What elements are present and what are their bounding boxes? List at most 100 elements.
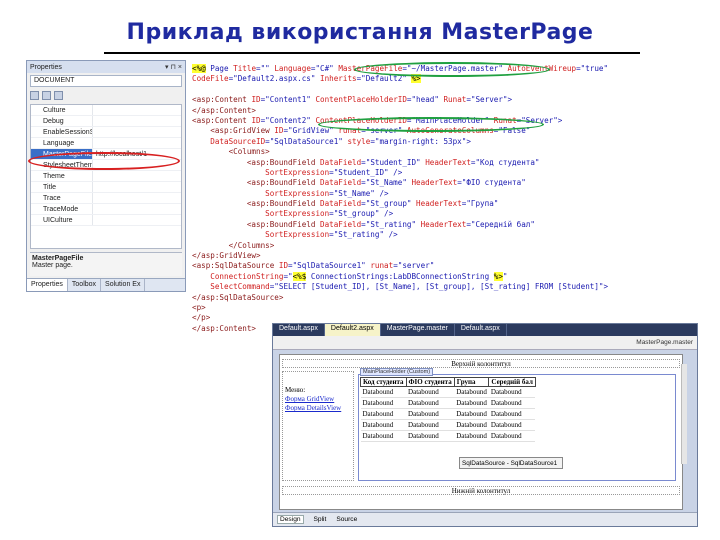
grid-header-row: Код студента ФІО студента Група Середній… [360, 377, 536, 387]
code-line: SortExpression="St_rating" /> [192, 230, 672, 240]
code-line: SortExpression="St_Name" /> [192, 189, 672, 199]
grid-cell: Databound [488, 419, 536, 431]
property-pages-icon[interactable] [54, 90, 63, 100]
property-row[interactable]: Language [31, 138, 181, 149]
designer-bar: MasterPage.master [273, 336, 697, 350]
code-token: ID [251, 95, 261, 105]
code-token: HeaderText [416, 199, 462, 209]
design-view-button[interactable]: Design [277, 515, 304, 524]
property-name: Culture [31, 105, 93, 115]
property-name: Theme [31, 171, 93, 181]
code-token: ID [251, 115, 261, 125]
code-token: DataField [320, 157, 362, 167]
highlight-ellipse-green [318, 117, 544, 132]
tab-default2-aspx[interactable]: Default2.aspx [324, 324, 381, 336]
code-token: </asp:Content> [192, 323, 257, 333]
property-row[interactable]: Debug [31, 116, 181, 127]
grid-cell: Databound [454, 408, 489, 420]
property-row[interactable]: EnableSessionSte [31, 127, 181, 138]
grid-header-cell: Середній бал [488, 377, 536, 387]
code-token: <asp:Content [192, 115, 252, 125]
properties-panel: Properties ▾ ⊓ × DOCUMENT Culture Debug … [26, 60, 186, 292]
property-name: EnableSessionSte [31, 127, 93, 137]
properties-title: Properties [30, 63, 62, 71]
property-row[interactable]: Title [31, 182, 181, 193]
alphabetical-icon[interactable] [42, 90, 51, 100]
code-token: DataField [320, 199, 362, 209]
property-name: Language [31, 138, 93, 148]
property-row[interactable]: Culture [31, 105, 181, 116]
code-token: ="server" [393, 261, 435, 271]
tab-default-aspx-2[interactable]: Default.aspx [455, 324, 507, 336]
code-token: <asp:BoundField [192, 178, 321, 188]
code-token: </p> [192, 313, 211, 323]
property-name: Title [31, 182, 93, 192]
gridview-preview[interactable]: Код студента ФІО студента Група Середній… [360, 377, 536, 442]
code-token: ="ФІО студента" [457, 178, 526, 188]
grid-header-cell: Код студента [360, 377, 407, 387]
code-token: ="head" [406, 95, 444, 105]
code-token: ="St_group" /> [329, 209, 394, 219]
property-row[interactable]: Theme [31, 171, 181, 182]
grid-cell: Databound [360, 386, 407, 398]
highlight-ellipse-red [28, 152, 180, 170]
tab-masterpage-master[interactable]: MasterPage.master [381, 324, 455, 336]
code-token: SortExpression [192, 230, 330, 240]
master-page-path[interactable]: MasterPage.master [636, 339, 693, 346]
code-token: ="St_rating" [361, 219, 421, 229]
categorized-icon[interactable] [30, 90, 39, 100]
tab-toolbox[interactable]: Toolbox [68, 279, 102, 291]
code-line: <asp:BoundField DataField="St_rating" He… [192, 220, 672, 230]
property-row[interactable]: TraceMode [31, 204, 181, 215]
source-view-button[interactable]: Source [336, 516, 357, 523]
grid-cell: Databound [406, 419, 455, 431]
property-row[interactable]: Trace [31, 193, 181, 204]
tab-properties[interactable]: Properties [27, 279, 68, 291]
property-value[interactable] [93, 116, 181, 126]
tab-solution-explorer[interactable]: Solution Ex [101, 279, 146, 291]
sqldatasource-control[interactable]: SqlDataSource - SqlDataSource1 [459, 457, 563, 469]
description-title: MasterPageFile [32, 255, 84, 262]
code-token: SortExpression [192, 209, 330, 219]
property-value[interactable] [93, 171, 181, 181]
code-token: runat [370, 261, 394, 271]
property-value[interactable] [93, 105, 181, 115]
code-token: =" [283, 271, 293, 281]
property-row[interactable]: UICulture [31, 215, 181, 226]
property-value[interactable] [93, 127, 181, 137]
code-token: ="C#" [310, 64, 339, 73]
object-selector[interactable]: DOCUMENT [30, 75, 182, 87]
code-token: ="St_Name" /> [329, 188, 389, 198]
property-value[interactable] [93, 204, 181, 214]
property-value[interactable] [93, 193, 181, 203]
table-row: Databound Databound Databound Databound [360, 386, 536, 398]
property-value[interactable] [93, 138, 181, 148]
panel-controls-icon[interactable]: ▾ ⊓ × [165, 63, 182, 71]
placeholder-label: MainPlaceHolder (Custom) [360, 368, 434, 376]
split-view-button[interactable]: Split [314, 516, 327, 523]
property-value[interactable] [93, 215, 181, 225]
link-gridview-form[interactable]: Форма GridView [285, 395, 353, 404]
vertical-scrollbar[interactable] [681, 364, 687, 464]
grid-cell: Databound [360, 397, 407, 409]
tab-default-aspx[interactable]: Default.aspx [273, 324, 325, 336]
design-canvas[interactable]: Верхній колонтитул Меню: Форма GridView … [279, 354, 683, 510]
property-name: Trace [31, 193, 93, 203]
grid-cell: Databound [406, 397, 455, 409]
content-placeholder[interactable]: Код студента ФІО студента Група Середній… [358, 374, 676, 481]
code-token: ="Середній бал" [466, 219, 535, 229]
code-token: DataField [320, 219, 362, 229]
properties-header: Properties ▾ ⊓ × [27, 61, 185, 73]
code-token: <asp:BoundField [192, 199, 321, 209]
source-code-editor[interactable]: <%@ Page Title="" Language="C#" MasterPa… [192, 64, 672, 334]
code-line: </Columns> [192, 241, 672, 251]
grid-cell: Databound [406, 430, 455, 442]
link-detailsview-form[interactable]: Форма DetailsView [285, 404, 353, 413]
code-token: CodeFile [192, 74, 229, 84]
property-name: TraceMode [31, 204, 93, 214]
property-value[interactable] [93, 182, 181, 192]
code-token: style [347, 136, 371, 146]
code-token: <asp:BoundField [192, 219, 321, 229]
grid-cell: Databound [488, 430, 536, 442]
